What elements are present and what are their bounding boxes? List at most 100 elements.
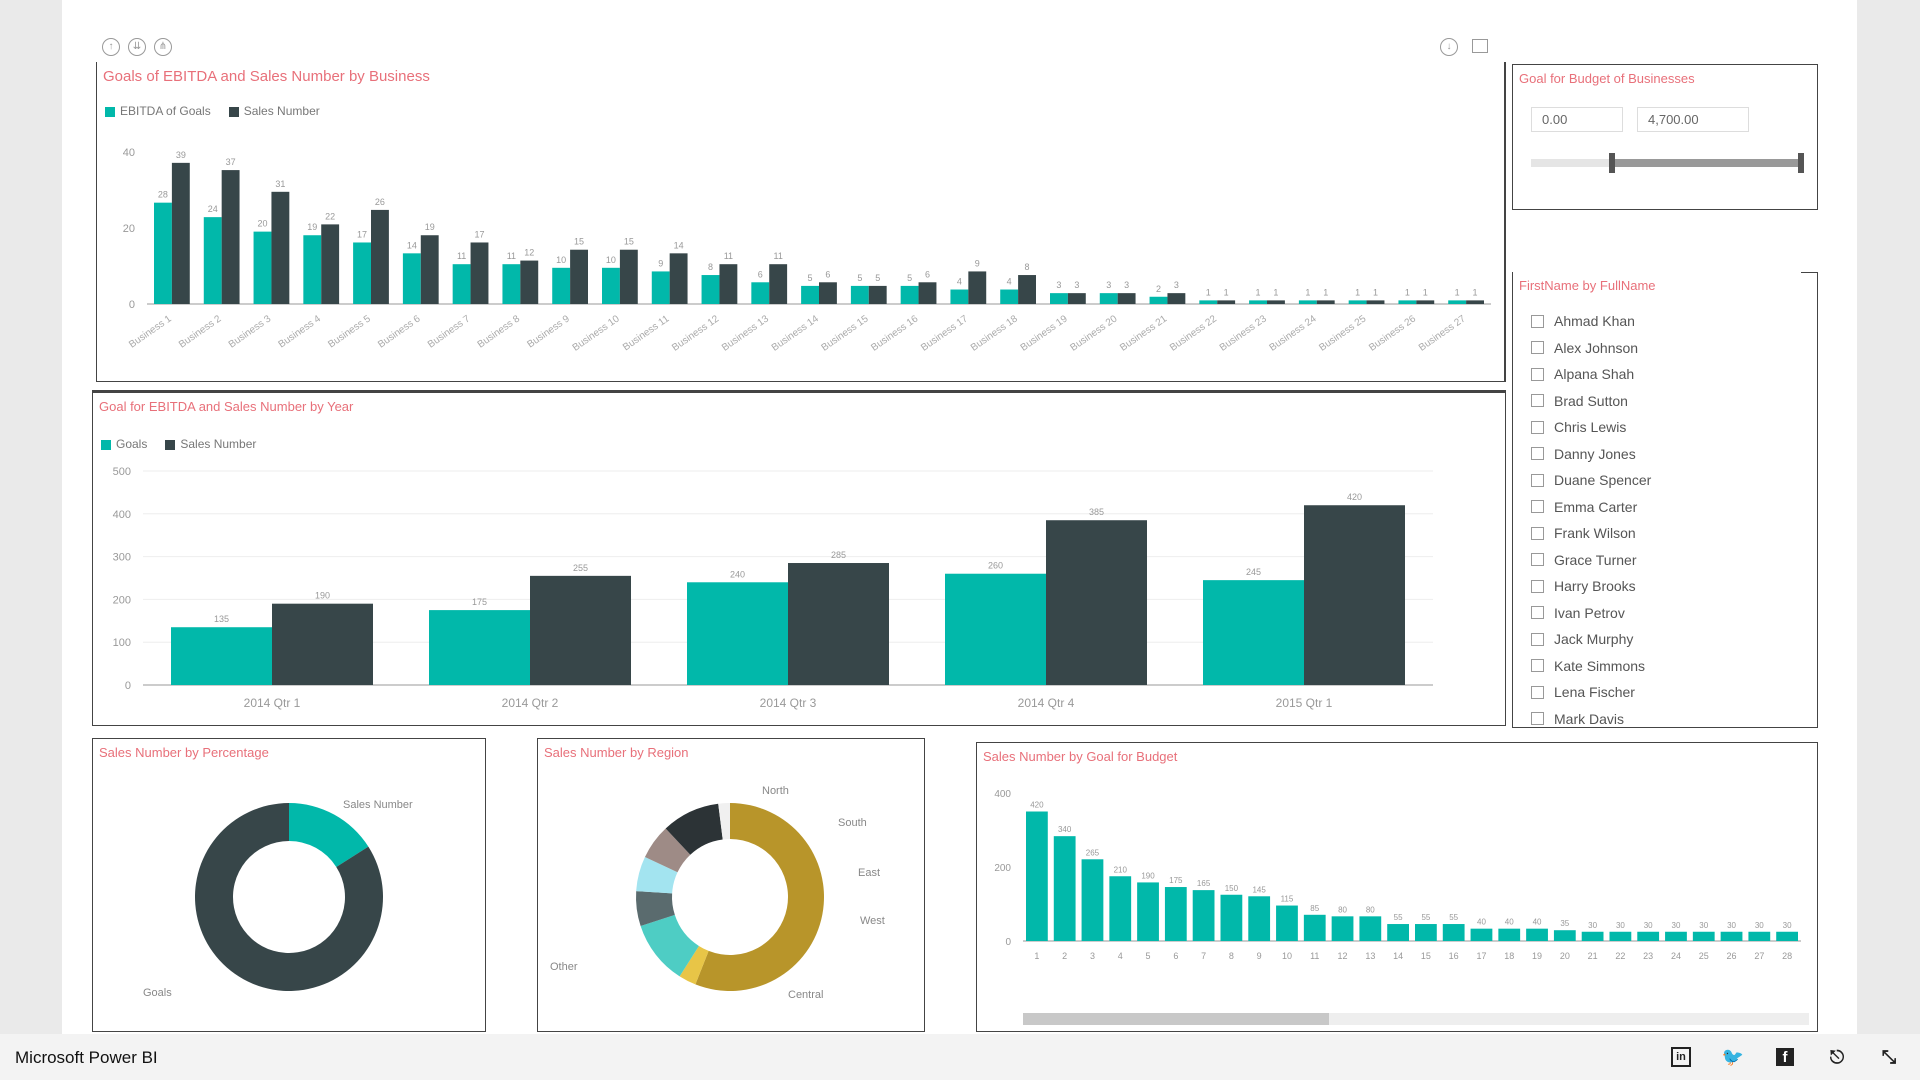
checkbox[interactable]	[1531, 606, 1544, 620]
checkbox[interactable]	[1531, 632, 1544, 646]
x-tick-label: 27	[1754, 951, 1764, 961]
checkbox[interactable]	[1531, 685, 1544, 699]
data-label: 1	[1305, 287, 1310, 297]
linkedin-icon[interactable]: in	[1670, 1046, 1692, 1068]
bar	[520, 260, 539, 304]
x-tick-label: 24	[1671, 951, 1681, 961]
up-arrow-icon[interactable]: ↑	[102, 38, 120, 56]
drill-icon[interactable]: ⇊	[128, 38, 146, 56]
range-handle-low[interactable]	[1609, 153, 1615, 173]
slicer-item[interactable]: Jack Murphy	[1531, 626, 1811, 653]
download-icon[interactable]: ↓	[1440, 38, 1458, 56]
facebook-icon[interactable]: f	[1774, 1046, 1796, 1068]
bar	[1609, 931, 1632, 941]
bar	[1249, 300, 1267, 304]
report-canvas: ↑ ⇊ ⋔ ↓ Goals of EBITDA and Sales Number…	[62, 0, 1857, 1034]
slicer-item[interactable]: Grace Turner	[1531, 547, 1811, 574]
business-bar-chart[interactable]: Goals of EBITDA and Sales Number by Busi…	[96, 62, 1506, 382]
exit-fullscreen-icon[interactable]: ⤡	[1878, 1046, 1900, 1068]
data-label: 1	[1206, 287, 1211, 297]
slicer-item[interactable]: Duane Spencer	[1531, 467, 1811, 494]
bar	[1099, 293, 1118, 304]
slicer-item[interactable]: Frank Wilson	[1531, 520, 1811, 547]
slicer-item[interactable]: Ivan Petrov	[1531, 600, 1811, 627]
slicer-item[interactable]: Emma Carter	[1531, 494, 1811, 521]
checkbox[interactable]	[1531, 420, 1544, 434]
bar	[221, 170, 240, 304]
slicer-item[interactable]: Harry Brooks	[1531, 573, 1811, 600]
range-min-input[interactable]: 0.00	[1531, 107, 1623, 132]
range-max-input[interactable]: 4,700.00	[1637, 107, 1749, 132]
data-label: 22	[325, 211, 335, 221]
slicer-item[interactable]: Mark Davis	[1531, 706, 1811, 728]
slicer-item[interactable]: Chris Lewis	[1531, 414, 1811, 441]
checkbox[interactable]	[1531, 553, 1544, 567]
bar	[303, 235, 322, 304]
slicer-item[interactable]: Alex Johnson	[1531, 335, 1811, 362]
data-label: 385	[1089, 507, 1104, 517]
data-label: 145	[1252, 885, 1266, 894]
checkbox[interactable]	[1531, 500, 1544, 514]
range-handle-high[interactable]	[1798, 153, 1804, 173]
slicer-item-label: Alex Johnson	[1554, 339, 1639, 356]
legend-item-1[interactable]: Goals	[101, 437, 147, 451]
name-list-slicer[interactable]: FirstName by FullName Ahmad Khan Alex Joh…	[1512, 272, 1818, 728]
bar	[788, 563, 889, 685]
checkbox[interactable]	[1531, 341, 1544, 355]
legend-item-1[interactable]: EBITDA of Goals	[105, 104, 211, 118]
checkbox[interactable]	[1531, 473, 1544, 487]
twitter-icon[interactable]: 🐦	[1722, 1046, 1744, 1068]
x-tick-label: 26	[1727, 951, 1737, 961]
region-donut-chart[interactable]: Sales Number by Region North South East …	[537, 738, 925, 1032]
x-tick-label: 23	[1643, 951, 1653, 961]
bar	[1331, 916, 1354, 941]
donut-label-1: North	[762, 785, 789, 797]
share-icon[interactable]: ⎋	[1826, 1046, 1848, 1068]
data-label: 255	[573, 563, 588, 573]
checkbox[interactable]	[1531, 526, 1544, 540]
bar	[1553, 930, 1576, 941]
bar	[1018, 275, 1036, 304]
checkbox[interactable]	[1531, 394, 1544, 408]
checkbox[interactable]	[1531, 712, 1544, 726]
slicer-item[interactable]: Danny Jones	[1531, 441, 1811, 468]
data-label: 17	[357, 229, 367, 239]
bar	[1348, 300, 1367, 304]
checkbox[interactable]	[1531, 447, 1544, 461]
data-label: 1	[1405, 287, 1410, 297]
slicer-item[interactable]: Alpana Shah	[1531, 361, 1811, 388]
y-tick-label: 300	[113, 552, 131, 564]
y-tick-label: 20	[123, 223, 135, 235]
expand-icon[interactable]: ⋔	[154, 38, 172, 56]
x-tick-label: 2	[1062, 951, 1067, 961]
bar	[850, 285, 869, 304]
focus-mode-icon[interactable]	[1472, 39, 1488, 53]
bar	[1117, 293, 1136, 304]
legend-item-2[interactable]: Sales Number	[228, 104, 320, 118]
donut-label-4: West	[860, 915, 885, 927]
slicer-item[interactable]: Kate Simmons	[1531, 653, 1811, 680]
bar	[1748, 931, 1771, 941]
x-tick-label: 17	[1476, 951, 1486, 961]
budget-bar-chart[interactable]: Sales Number by Goal for Budget 400 200 0 4…	[976, 742, 1818, 1032]
checkbox[interactable]	[1531, 314, 1544, 328]
slicer-item[interactable]: Ahmad Khan	[1531, 308, 1811, 335]
scrollbar-thumb[interactable]	[1023, 1013, 1329, 1025]
checkbox[interactable]	[1531, 579, 1544, 593]
y-tick-label: 0	[129, 299, 135, 311]
donut-label-3: East	[858, 867, 881, 879]
percentage-donut-chart[interactable]: Sales Number by Percentage Sales Number …	[92, 738, 486, 1032]
checkbox[interactable]	[1531, 367, 1544, 381]
data-label: 1	[1473, 287, 1478, 297]
legend-item-2[interactable]: Sales Number	[165, 437, 256, 451]
budget-range-slicer[interactable]: Goal for Budget of Businesses 0.00 4,700…	[1512, 64, 1818, 210]
bar	[1303, 914, 1326, 941]
slicer-title: FirstName by FullName	[1519, 278, 1656, 293]
checkbox[interactable]	[1531, 659, 1544, 673]
data-label: 40	[1533, 918, 1542, 927]
data-label: 265	[1086, 848, 1100, 857]
slicer-item[interactable]: Lena Fischer	[1531, 679, 1811, 706]
slicer-item[interactable]: Brad Sutton	[1531, 388, 1811, 415]
year-bar-chart[interactable]: Goal for EBITDA and Sales Number by Year…	[92, 390, 1506, 726]
data-label: 55	[1421, 913, 1430, 922]
